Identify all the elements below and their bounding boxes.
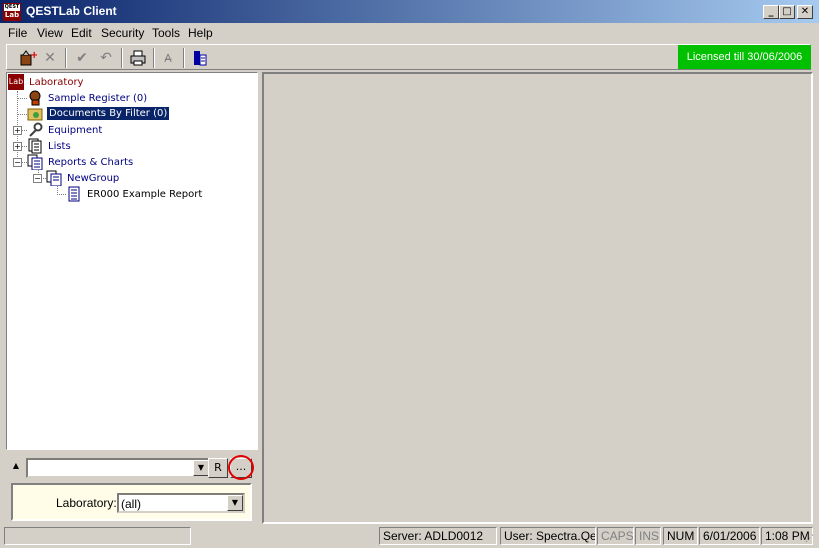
laboratory-select-value: (all) — [121, 497, 141, 511]
tree-item-newgroup[interactable]: NewGroup — [67, 172, 119, 185]
lists-icon — [27, 138, 43, 154]
navigation-tree: Lab Laboratory Sample Register (0) Docum… — [6, 72, 258, 450]
toolbar-separator — [121, 48, 123, 68]
filter-panel: ▲ ▼ R ... Laboratory: (all) ▼ — [6, 452, 258, 524]
tree-view-icon[interactable] — [189, 48, 211, 68]
menu-view[interactable]: View — [37, 25, 63, 41]
menu-edit[interactable]: Edit — [71, 25, 92, 41]
laboratory-label: Laboratory: — [56, 496, 117, 510]
tree-item-example-report[interactable]: ER000 Example Report — [87, 188, 202, 201]
app-logo-icon: QEST Lab — [3, 3, 21, 21]
refresh-button[interactable]: R — [208, 458, 228, 478]
svg-text:+: + — [30, 50, 37, 61]
license-badge: Licensed till 30/06/2006 — [678, 45, 811, 69]
status-bar: Server: ADLD0012 User: Spectra.Qest CAPS… — [0, 526, 819, 546]
status-ins: INS — [635, 527, 661, 545]
status-num: NUM — [663, 527, 698, 545]
undo-icon[interactable]: ↶ — [95, 48, 117, 68]
minimize-button[interactable]: _ — [763, 5, 779, 19]
report-group-icon — [46, 170, 62, 187]
tree-item-reports-charts[interactable]: Reports & Charts — [48, 156, 133, 169]
tree-line — [17, 114, 27, 115]
chevron-down-icon[interactable]: ▼ — [227, 495, 243, 511]
menu-help[interactable]: Help — [188, 25, 213, 41]
wrench-icon — [27, 122, 43, 138]
menu-security[interactable]: Security — [101, 25, 144, 41]
resize-grip-icon[interactable]: ⋰ — [805, 534, 815, 544]
tree-item-laboratory[interactable]: Laboratory — [29, 76, 83, 89]
title-bar: QEST Lab QESTLab Client _ □ ✕ — [0, 0, 819, 23]
menu-tools[interactable]: Tools — [152, 25, 180, 41]
tree-line — [17, 98, 27, 99]
close-button[interactable]: ✕ — [797, 5, 813, 19]
tree-item-documents-by-filter[interactable]: Documents By Filter (0) — [45, 106, 171, 121]
print-icon[interactable] — [127, 48, 149, 68]
main-content-area — [262, 72, 813, 524]
reports-icon — [27, 154, 43, 171]
tree-item-lists[interactable]: Lists — [48, 140, 71, 153]
status-date: 6/01/2006 — [699, 527, 760, 545]
tree-item-sample-register[interactable]: Sample Register (0) — [48, 92, 147, 105]
menu-file[interactable]: File — [8, 25, 27, 41]
filter-combo[interactable]: ▼ — [26, 458, 211, 478]
check-icon[interactable]: ✔ — [71, 48, 93, 68]
tree-line — [57, 194, 66, 195]
status-message — [4, 527, 191, 545]
chevron-down-icon[interactable]: ▼ — [193, 460, 209, 476]
toolbar-separator — [65, 48, 67, 68]
window-title: QESTLab Client — [26, 4, 117, 18]
laboratory-icon: Lab — [8, 74, 24, 90]
new-document-icon[interactable]: + — [17, 48, 39, 68]
expand-icon[interactable]: + — [13, 142, 22, 151]
tree-item-equipment[interactable]: Equipment — [48, 124, 102, 137]
collapse-icon[interactable]: − — [13, 158, 22, 167]
spellcheck-icon[interactable]: A̶ — [157, 48, 179, 68]
collapse-arrow-icon[interactable]: ▲ — [9, 456, 23, 484]
toolbar-separator — [153, 48, 155, 68]
maximize-button[interactable]: □ — [779, 5, 795, 19]
expand-icon[interactable]: + — [13, 126, 22, 135]
collapse-icon[interactable]: − — [33, 174, 42, 183]
status-user: User: Spectra.Qest — [500, 527, 596, 545]
sample-register-icon — [27, 90, 43, 106]
status-caps: CAPS — [597, 527, 634, 545]
report-document-icon — [66, 186, 82, 202]
laboratory-filter: Laboratory: (all) ▼ — [11, 483, 252, 521]
menu-bar: File View Edit Security Tools Help — [0, 23, 819, 43]
toolbar-separator — [183, 48, 185, 68]
highlight-circle — [228, 455, 254, 480]
filter-folder-icon — [27, 106, 43, 122]
status-server: Server: ADLD0012 — [379, 527, 497, 545]
laboratory-select[interactable]: (all) ▼ — [117, 493, 245, 513]
delete-icon[interactable]: ✕ — [39, 48, 61, 68]
